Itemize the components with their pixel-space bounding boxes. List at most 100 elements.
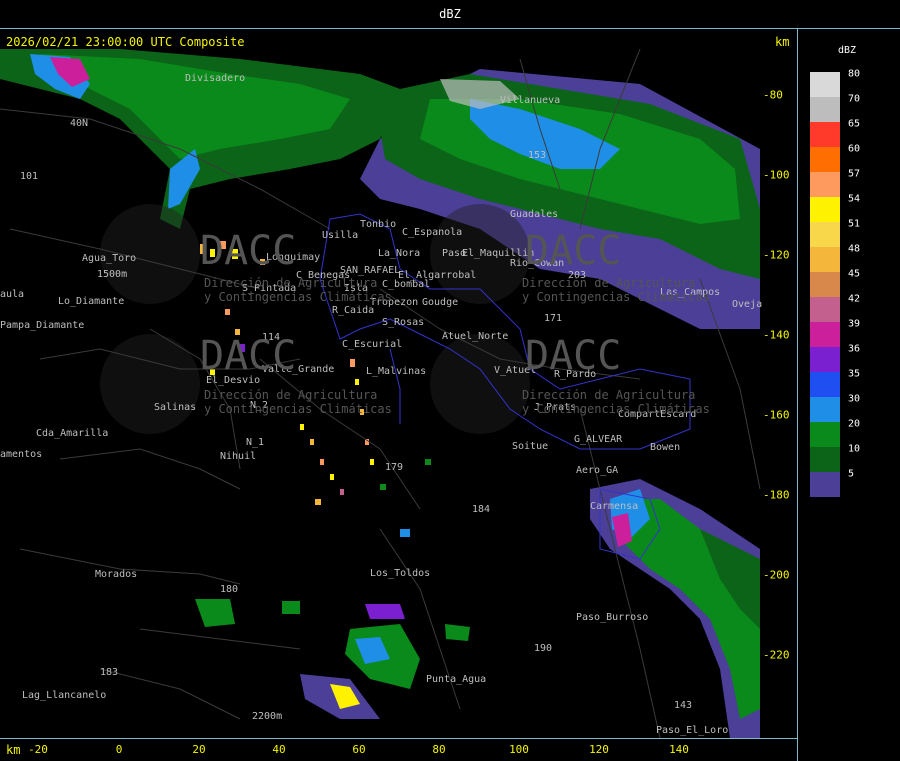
place-label: Guadales xyxy=(510,209,558,220)
x-tick-label: 100 xyxy=(509,743,529,756)
x-tick-label: 120 xyxy=(589,743,609,756)
place-label: 143 xyxy=(674,700,692,711)
legend-label: 30 xyxy=(848,393,861,405)
place-label: Aero_GA xyxy=(576,465,618,476)
y-tick-label: -220 xyxy=(763,648,790,662)
legend-swatch xyxy=(810,197,840,222)
watermark-line1: Dirección de Agricultura xyxy=(522,388,695,402)
place-label: Lo_Diamante xyxy=(58,296,124,307)
place-label: Salinas xyxy=(154,402,196,413)
legend-label: 48 xyxy=(848,243,861,255)
legend-swatch xyxy=(810,422,840,447)
place-label: Oveja xyxy=(732,299,762,310)
place-label: Agua_Toro xyxy=(82,253,136,264)
watermark-line2: y Contingencias Climáticas xyxy=(204,402,392,416)
place-label: 153 xyxy=(528,150,546,161)
place-label: 179 xyxy=(385,462,403,473)
legend-label: 36 xyxy=(848,343,861,355)
legend-swatch xyxy=(810,372,840,397)
place-label: 190 xyxy=(534,643,552,654)
place-label: 184 xyxy=(472,504,490,515)
legend-swatch xyxy=(810,322,840,347)
legend-label: 10 xyxy=(848,443,861,455)
legend-label: 80 xyxy=(848,68,861,80)
place-label: SAN_RAFAEL xyxy=(340,265,400,276)
legend-label: 54 xyxy=(848,193,861,205)
km-unit-label: km xyxy=(6,743,21,757)
legend-label: 65 xyxy=(848,118,861,130)
y-tick-label: -100 xyxy=(763,168,790,182)
place-label: C_Espanola xyxy=(402,227,462,238)
km-unit-label: km xyxy=(775,35,790,49)
legend-title: dBZ xyxy=(838,45,857,56)
x-tick-label: 0 xyxy=(115,743,123,756)
place-label: 2200m xyxy=(252,711,282,722)
x-tick-label: 80 xyxy=(432,743,446,756)
place-label: Paso_Burroso xyxy=(576,612,648,623)
place-label: 171 xyxy=(544,313,562,324)
x-tick-label: 20 xyxy=(192,743,206,756)
place-label: amentos xyxy=(0,449,42,460)
legend-label: 20 xyxy=(848,418,861,430)
y-tick-label: -80 xyxy=(763,88,783,102)
echo-south-6 xyxy=(365,604,405,619)
page-title: dBZ xyxy=(439,7,461,21)
place-label: S_Rosas xyxy=(382,317,424,328)
legend-label: 51 xyxy=(848,218,861,230)
legend-swatch xyxy=(810,122,840,147)
place-label: Villanueva xyxy=(500,95,560,106)
place-label: 183 xyxy=(100,667,118,678)
place-label: Carmensa xyxy=(590,501,638,512)
place-label: Usilla xyxy=(322,230,358,241)
echo-south-1 xyxy=(195,599,235,627)
radar-map[interactable]: Divisadero 40N 101 Agua_Toro 1500m Lo_Di… xyxy=(0,29,797,739)
legend-label: 70 xyxy=(848,93,861,105)
place-label: La_Nora xyxy=(378,248,420,259)
place-label: Morados xyxy=(95,569,137,580)
legend-label: 5 xyxy=(848,468,855,480)
legend-swatch xyxy=(810,247,840,272)
legend-swatch xyxy=(810,272,840,297)
place-label: R_Caida xyxy=(332,305,374,316)
legend-label: 35 xyxy=(848,368,861,380)
place-label: C_Escurial xyxy=(342,339,402,350)
legend-swatch xyxy=(810,72,840,97)
x-tick-label: 60 xyxy=(352,743,366,756)
place-label: L_Malvinas xyxy=(366,366,426,377)
place-label: 101 xyxy=(20,171,38,182)
place-label: Nihuil xyxy=(220,451,256,462)
legend-swatch xyxy=(810,222,840,247)
watermark-line2: y Contingencias Climáticas xyxy=(204,290,392,304)
legend-label: 39 xyxy=(848,318,861,330)
map-bottom-border xyxy=(0,738,797,739)
legend-swatch xyxy=(810,147,840,172)
watermark-brand: DACC xyxy=(525,333,621,379)
legend-label: 57 xyxy=(848,168,861,180)
place-label: Bowen xyxy=(650,442,680,453)
radar-map-svg: Divisadero 40N 101 Agua_Toro 1500m Lo_Di… xyxy=(0,48,762,739)
place-label: Cda_Amarilla xyxy=(36,428,108,439)
echo-south-8 xyxy=(445,624,470,641)
place-label: 1500m xyxy=(97,269,127,280)
place-label: Divisadero xyxy=(185,73,245,84)
place-label: 180 xyxy=(220,584,238,595)
watermark-brand: DACC xyxy=(200,228,296,274)
watermark-line2: y Contingencias Climáticas xyxy=(522,290,710,304)
legend-swatch xyxy=(810,172,840,197)
x-tick-label: -20 xyxy=(28,743,48,756)
place-label: Soitue xyxy=(512,441,548,452)
legend-label: 60 xyxy=(848,143,861,155)
place-label: Tonbio xyxy=(360,219,396,230)
title-bar: dBZ xyxy=(0,0,900,28)
watermark-line2: y Contingencias Climáticas xyxy=(522,402,710,416)
place-label: Pampa_Diamante xyxy=(0,320,84,331)
legend-swatch xyxy=(810,397,840,422)
x-tick-label: 140 xyxy=(669,743,689,756)
watermark-line1: Dirección de Agricultura xyxy=(522,276,695,290)
legend-swatch xyxy=(810,347,840,372)
map-right-border xyxy=(797,28,798,761)
legend-swatch xyxy=(810,447,840,472)
place-label: Los_Toldos xyxy=(370,568,430,579)
place-label: G_ALVEAR xyxy=(574,434,623,445)
y-tick-label: -140 xyxy=(763,328,790,342)
